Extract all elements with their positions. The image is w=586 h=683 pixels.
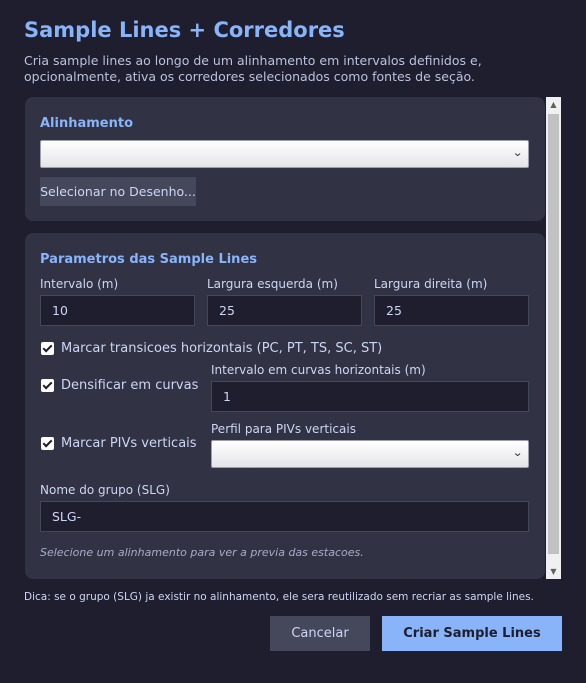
left-width-input[interactable]: 25 <box>207 295 362 326</box>
scroll-down-arrow-icon[interactable]: ▼ <box>546 564 561 579</box>
alignment-panel: Alinhamento ⌄ Selecionar no Desenho... <box>25 97 545 221</box>
densify-curves-checkbox[interactable]: Densificar em curvas horizontais <box>41 378 203 393</box>
densify-curves-label: Densificar em curvas horizontais <box>61 378 203 393</box>
select-in-drawing-button[interactable]: Selecionar no Desenho... <box>40 177 196 206</box>
create-sample-lines-button[interactable]: Criar Sample Lines <box>382 616 562 651</box>
left-width-label: Largura esquerda (m) <box>207 277 338 291</box>
dialog-title: Sample Lines + Corredores <box>24 18 345 42</box>
alignment-section-title: Alinhamento <box>40 116 134 131</box>
profile-dropdown[interactable]: ⌄ <box>211 440 529 468</box>
right-width-input[interactable]: 25 <box>374 295 529 326</box>
checkbox-checked-icon <box>41 379 54 392</box>
chevron-down-icon: ⌄ <box>511 446 523 459</box>
preview-hint: Selecione um alinhamento para ver a prev… <box>40 546 364 559</box>
right-width-label: Largura direita (m) <box>374 277 488 291</box>
parameters-section-title: Parametros das Sample Lines <box>40 252 257 267</box>
profile-label: Perfil para PIVs verticais <box>211 422 356 436</box>
interval-label: Intervalo (m) <box>40 277 119 291</box>
curve-interval-label: Intervalo em curvas horizontais (m) <box>211 363 426 377</box>
chevron-down-icon: ⌄ <box>511 146 523 159</box>
mark-pivs-checkbox[interactable]: Marcar PIVs verticais <box>41 436 197 451</box>
options-scroll-area: Alinhamento ⌄ Selecionar no Desenho... P… <box>25 97 545 579</box>
mark-transitions-label: Marcar transicoes horizontais (PC, PT, T… <box>61 341 383 356</box>
mark-transitions-checkbox[interactable]: Marcar transicoes horizontais (PC, PT, T… <box>41 341 382 356</box>
vertical-scrollbar[interactable]: ▲ ▼ <box>546 97 561 579</box>
alignment-dropdown[interactable]: ⌄ <box>40 140 529 168</box>
cancel-button[interactable]: Cancelar <box>270 616 370 651</box>
scroll-up-arrow-icon[interactable]: ▲ <box>546 97 561 112</box>
group-name-label: Nome do grupo (SLG) <box>40 483 170 497</box>
interval-input[interactable]: 10 <box>40 295 195 326</box>
curve-interval-input[interactable]: 1 <box>211 381 529 412</box>
checkbox-checked-icon <box>41 342 54 355</box>
footer-tip: Dica: se o grupo (SLG) ja existir no ali… <box>24 591 534 603</box>
dialog-description: Cria sample lines ao longo de um alinham… <box>24 53 482 84</box>
checkbox-checked-icon <box>41 437 54 450</box>
scrollbar-thumb[interactable] <box>548 114 559 554</box>
mark-pivs-label: Marcar PIVs verticais <box>61 436 197 451</box>
parameters-panel: Parametros das Sample Lines Intervalo (m… <box>25 233 545 579</box>
group-name-input[interactable]: SLG- <box>40 501 529 532</box>
